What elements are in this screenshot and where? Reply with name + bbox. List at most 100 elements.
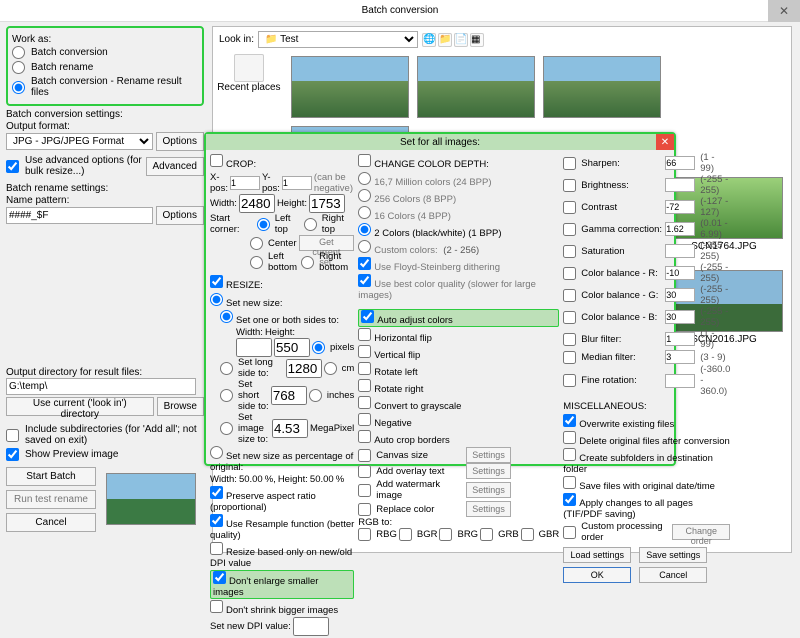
corner-lb[interactable] — [250, 256, 263, 269]
bgr-checkbox[interactable] — [399, 528, 412, 541]
radio-batch-rename[interactable] — [12, 61, 25, 74]
file-thumb[interactable] — [291, 56, 409, 118]
resize-width-input[interactable] — [236, 338, 272, 357]
corner-rt[interactable] — [304, 218, 317, 231]
ccd-8bpp[interactable] — [358, 189, 371, 202]
apply-all-checkbox[interactable] — [563, 493, 576, 506]
median-input[interactable] — [665, 350, 695, 364]
custom-order-checkbox[interactable] — [563, 526, 576, 539]
best-quality-checkbox[interactable] — [358, 274, 371, 287]
use-advanced-checkbox[interactable] — [6, 160, 19, 173]
xpos-input[interactable] — [230, 176, 260, 190]
rbg-checkbox[interactable] — [358, 528, 371, 541]
canvas-settings-button[interactable]: Settings — [466, 447, 511, 463]
start-batch-button[interactable]: Start Batch — [6, 467, 96, 486]
ok-button[interactable]: OK — [563, 567, 631, 583]
resize-height-input[interactable] — [274, 338, 310, 357]
finerot-input[interactable] — [665, 374, 695, 388]
auto-adjust-checkbox[interactable] — [361, 310, 374, 323]
outdir-input[interactable] — [6, 378, 196, 395]
close-icon[interactable]: ✕ — [768, 0, 800, 22]
grayscale-checkbox[interactable] — [358, 396, 371, 409]
one-both-sides[interactable] — [220, 310, 233, 323]
cbb-input[interactable] — [665, 310, 695, 324]
pct-size[interactable] — [210, 446, 223, 459]
grb-checkbox[interactable] — [480, 528, 493, 541]
advanced-button[interactable]: Advanced — [146, 157, 204, 176]
gbr-checkbox[interactable] — [521, 528, 534, 541]
finerot-checkbox[interactable] — [563, 374, 576, 387]
median-checkbox[interactable] — [563, 351, 576, 364]
new-icon[interactable]: 📄 — [454, 33, 468, 47]
subfolders-checkbox[interactable] — [563, 448, 576, 461]
gamma-input[interactable] — [665, 222, 695, 236]
long-side[interactable] — [220, 362, 233, 375]
vflip-checkbox[interactable] — [358, 345, 371, 358]
output-format-select[interactable]: JPG - JPG/JPEG Format — [6, 133, 153, 150]
save-date-checkbox[interactable] — [563, 476, 576, 489]
cancel-button[interactable]: Cancel — [6, 513, 96, 532]
cbr-input[interactable] — [665, 266, 695, 280]
crop-checkbox[interactable] — [210, 154, 223, 167]
use-current-button[interactable]: Use current ('look in') directory — [6, 397, 154, 416]
preserve-ratio-checkbox[interactable] — [210, 486, 223, 499]
unit-pixels[interactable] — [312, 341, 325, 354]
brightness-checkbox[interactable] — [563, 179, 576, 192]
file-thumb[interactable] — [543, 56, 661, 118]
up-folder-icon[interactable]: 📁 — [438, 33, 452, 47]
blur-input[interactable] — [665, 332, 695, 346]
get-sel-button[interactable]: Get current sel. — [299, 235, 355, 251]
corner-rb[interactable] — [301, 256, 314, 269]
watermark-checkbox[interactable] — [358, 484, 371, 497]
delete-orig-checkbox[interactable] — [563, 431, 576, 444]
short-side[interactable] — [220, 389, 233, 402]
globe-icon[interactable]: 🌐 — [422, 33, 436, 47]
cbb-checkbox[interactable] — [563, 311, 576, 324]
overwrite-checkbox[interactable] — [563, 414, 576, 427]
show-preview-checkbox[interactable] — [6, 448, 19, 461]
dpi-based-checkbox[interactable] — [210, 542, 223, 555]
ypos-input[interactable] — [282, 176, 312, 190]
options-button[interactable]: Options — [156, 132, 204, 151]
crop-height-input[interactable] — [309, 194, 345, 213]
img-size-input[interactable] — [272, 419, 308, 438]
browse-button[interactable]: Browse — [157, 397, 204, 416]
lookin-select[interactable]: 📁 Test — [258, 31, 418, 48]
new-dpi-input[interactable] — [293, 617, 329, 636]
contrast-input[interactable] — [665, 200, 695, 214]
set-new-size[interactable] — [210, 293, 223, 306]
replace-color-checkbox[interactable] — [358, 503, 371, 516]
view-icon[interactable]: ▦ — [470, 33, 484, 47]
resample-checkbox[interactable] — [210, 514, 223, 527]
dialog-close-icon[interactable]: ✕ — [656, 134, 674, 150]
cbg-checkbox[interactable] — [563, 289, 576, 302]
radio-batch-conversion-rename[interactable] — [12, 81, 25, 94]
unit-inches[interactable] — [309, 389, 322, 402]
sharpen-checkbox[interactable] — [563, 157, 576, 170]
include-sub-checkbox[interactable] — [6, 429, 19, 442]
radio-batch-conversion[interactable] — [12, 46, 25, 59]
blur-checkbox[interactable] — [563, 333, 576, 346]
crop-width-input[interactable] — [239, 194, 275, 213]
saturation-input[interactable] — [665, 244, 695, 258]
resize-checkbox[interactable] — [210, 275, 223, 288]
dialog-cancel-button[interactable]: Cancel — [639, 567, 707, 583]
short-side-input[interactable] — [271, 386, 307, 405]
ccd-24bpp[interactable] — [358, 172, 371, 185]
file-thumb[interactable] — [417, 56, 535, 118]
cbr-checkbox[interactable] — [563, 267, 576, 280]
name-pattern-input[interactable] — [6, 207, 153, 224]
options-button-2[interactable]: Options — [156, 206, 204, 225]
rotate-right-checkbox[interactable] — [358, 379, 371, 392]
rotate-left-checkbox[interactable] — [358, 362, 371, 375]
no-shrink-checkbox[interactable] — [210, 600, 223, 613]
replace-settings-button[interactable]: Settings — [466, 501, 511, 517]
sharpen-input[interactable] — [665, 156, 695, 170]
ccd-custom[interactable] — [358, 240, 371, 253]
brg-checkbox[interactable] — [439, 528, 452, 541]
unit-cm[interactable] — [324, 362, 337, 375]
corner-lt[interactable] — [257, 218, 270, 231]
canvas-checkbox[interactable] — [358, 449, 371, 462]
corner-center[interactable] — [250, 237, 263, 250]
ccd-checkbox[interactable] — [358, 154, 371, 167]
